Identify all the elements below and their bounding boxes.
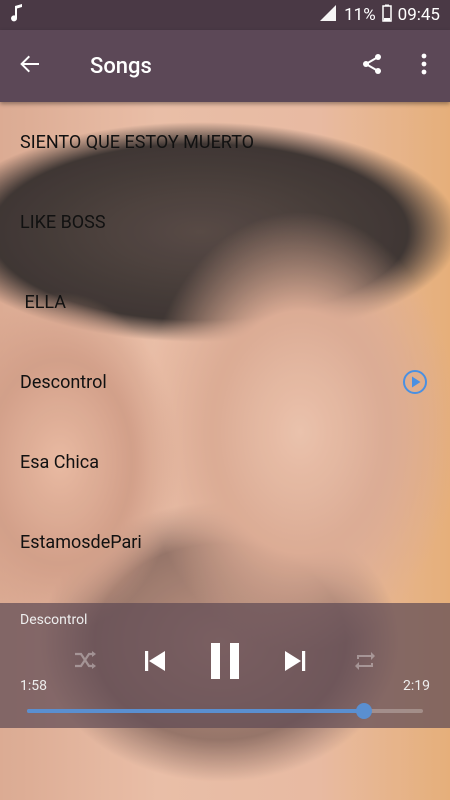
song-title: Esa Chica bbox=[20, 451, 99, 473]
repeat-icon bbox=[353, 650, 377, 676]
list-item[interactable]: ELLA bbox=[0, 262, 450, 342]
battery-icon bbox=[381, 4, 392, 27]
pause-button[interactable] bbox=[205, 643, 245, 683]
seek-bar[interactable] bbox=[27, 703, 423, 719]
song-title: EstamosdePari bbox=[20, 531, 142, 553]
list-item[interactable]: SIENTO QUE ESTOY MUERTO bbox=[0, 102, 450, 182]
repeat-button[interactable] bbox=[350, 643, 380, 683]
song-title: LIKE BOSS bbox=[20, 211, 106, 233]
more-vert-icon bbox=[421, 53, 427, 79]
shuffle-button[interactable] bbox=[70, 643, 100, 683]
seek-bar-fill bbox=[27, 709, 364, 713]
player-panel: Descontrol 1:58 2:19 bbox=[0, 603, 450, 728]
page-title: Songs bbox=[90, 53, 152, 79]
share-icon bbox=[360, 52, 384, 80]
battery-percent: 11% bbox=[344, 5, 376, 25]
skip-next-icon bbox=[283, 650, 307, 676]
pause-icon bbox=[209, 643, 241, 683]
list-item[interactable]: LIKE BOSS bbox=[0, 182, 450, 262]
total-time: 2:19 bbox=[403, 678, 430, 694]
now-playing-title: Descontrol bbox=[20, 612, 88, 628]
back-arrow-icon bbox=[19, 53, 41, 79]
music-note-icon bbox=[10, 3, 24, 27]
back-button[interactable] bbox=[0, 30, 60, 102]
previous-button[interactable] bbox=[140, 643, 170, 683]
list-item[interactable]: Descontrol bbox=[0, 342, 450, 422]
status-bar: 11% 09:45 bbox=[0, 0, 450, 30]
next-button[interactable] bbox=[280, 643, 310, 683]
shuffle-icon bbox=[73, 650, 97, 676]
song-title: SIENTO QUE ESTOY MUERTO bbox=[20, 131, 255, 153]
share-button[interactable] bbox=[346, 30, 398, 102]
skip-previous-icon bbox=[143, 650, 167, 676]
clock: 09:45 bbox=[397, 5, 440, 25]
current-time: 1:58 bbox=[20, 678, 47, 694]
song-title: ELLA bbox=[20, 291, 66, 313]
signal-icon bbox=[320, 4, 338, 26]
list-item[interactable]: Esa Chica bbox=[0, 422, 450, 502]
song-list: SIENTO QUE ESTOY MUERTO LIKE BOSS ELLA D… bbox=[0, 102, 450, 582]
song-title: Descontrol bbox=[20, 371, 107, 393]
list-item[interactable]: EstamosdePari bbox=[0, 502, 450, 582]
play-circle-icon[interactable] bbox=[402, 369, 428, 395]
app-bar: Songs bbox=[0, 30, 450, 102]
more-options-button[interactable] bbox=[398, 30, 450, 102]
seek-thumb[interactable] bbox=[355, 703, 372, 719]
